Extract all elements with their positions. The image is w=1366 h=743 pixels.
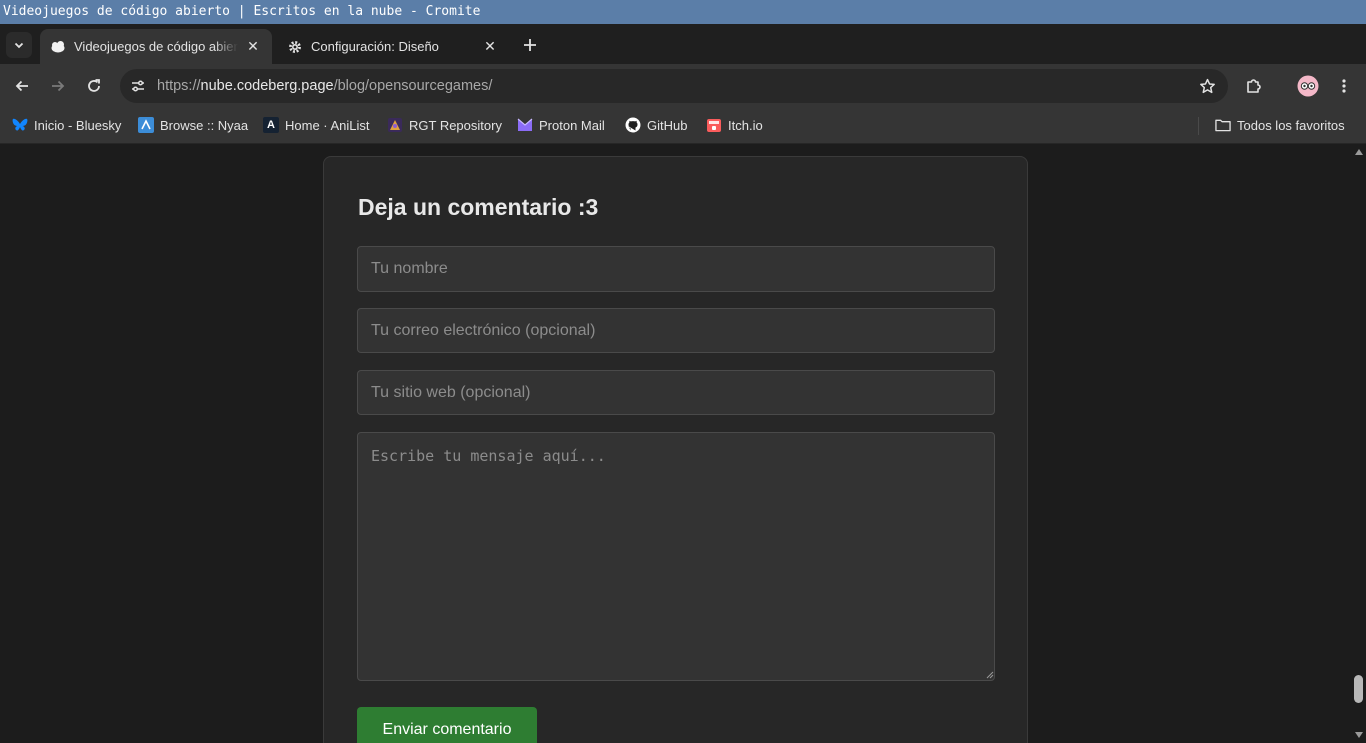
scroll-up-arrow-icon[interactable] [1355,149,1363,155]
bookmark-label: GitHub [647,117,688,133]
tab-search-button[interactable] [6,32,32,58]
arrow-right-icon [52,80,65,92]
rgt-icon [387,117,403,133]
bookmark-nyaa[interactable]: Browse :: Nyaa [138,108,248,142]
forward-button[interactable] [45,73,71,99]
website-input[interactable] [357,370,995,415]
bookmark-label: Home · AniList [285,117,370,133]
url-path: /blog/opensourcegames/ [333,78,493,94]
bookmark-bluesky[interactable]: Inicio - Bluesky [12,108,121,142]
menu-button[interactable] [1331,73,1357,99]
bookmark-itch[interactable]: Itch.io [706,108,763,142]
reload-icon [88,79,100,92]
github-icon [625,117,641,133]
address-bar[interactable]: https://nube.codeberg.page/blog/opensour… [120,69,1228,103]
resize-grip-icon[interactable] [984,669,994,679]
bookmark-rgt[interactable]: RGT Repository [387,108,502,142]
email-input[interactable] [357,308,995,353]
bookmark-anilist[interactable]: A Home · AniList [263,108,370,142]
toolbar: https://nube.codeberg.page/blog/opensour… [0,64,1366,108]
bookmark-label: Browse :: Nyaa [160,117,249,133]
close-tab-icon[interactable]: ✕ [244,38,262,56]
anilist-icon: A [263,117,279,133]
bookmark-github[interactable]: GitHub [625,108,687,142]
bookmarks-bar: Inicio - Bluesky Browse :: Nyaa A Home ·… [0,108,1366,144]
avatar-icon [1297,75,1319,97]
site-favicon-icon [50,39,66,55]
bookmark-label: Proton Mail [539,117,605,133]
more-vertical-icon [1342,79,1346,93]
bookmarks-divider [1198,117,1199,135]
plus-icon [524,39,536,51]
scroll-down-arrow-icon[interactable] [1355,732,1363,738]
chevron-down-icon [14,42,24,49]
page-scrollbar[interactable] [1351,145,1366,743]
name-input[interactable] [357,246,995,292]
page-viewport: Deja un comentario :3 Enviar comentario [0,145,1366,743]
url-scheme: https:// [157,78,201,94]
extensions-button[interactable] [1241,73,1267,99]
itch-icon [706,117,722,133]
window-title: Videojuegos de código abierto | Escritos… [0,0,1366,24]
bookmark-proton-mail[interactable]: Proton Mail [517,108,605,142]
arrow-left-icon [15,80,28,92]
tab-title: Configuración: Diseño [311,39,439,54]
all-bookmarks-button[interactable]: Todos los favoritos [1215,108,1345,142]
comment-form-card: Deja un comentario :3 Enviar comentario [323,156,1028,743]
bookmark-label: RGT Repository [409,117,502,133]
url-text[interactable]: https://nube.codeberg.page/blog/opensour… [157,69,492,103]
reload-button[interactable] [81,73,107,99]
proton-icon [517,117,533,133]
tab-active[interactable]: Videojuegos de código abierto | Escritos… [40,29,272,64]
tab-title: Videojuegos de código abierto | Escritos… [74,39,238,54]
scrollbar-thumb[interactable] [1354,675,1363,703]
back-button[interactable] [9,73,35,99]
submit-comment-button[interactable]: Enviar comentario [357,707,537,743]
tab-settings[interactable]: Configuración: Diseño ✕ [277,29,509,64]
new-tab-button[interactable] [518,33,542,57]
bluesky-icon [12,117,28,133]
tab-strip: Videojuegos de código abierto | Escritos… [0,24,1366,64]
gear-icon [287,39,303,55]
nyaa-icon [138,117,154,133]
comment-form-heading: Deja un comentario :3 [358,194,599,220]
url-host: nube.codeberg.page [200,78,334,94]
site-settings-icon[interactable] [128,76,148,96]
bookmark-label: Inicio - Bluesky [34,117,122,133]
profile-avatar[interactable] [1295,73,1321,99]
puzzle-icon [1247,79,1261,93]
folder-icon [1215,117,1231,133]
close-tab-icon[interactable]: ✕ [481,38,499,56]
bookmark-star-icon[interactable] [1198,77,1216,95]
message-textarea[interactable] [357,432,995,681]
bookmark-label: Itch.io [728,117,763,133]
all-bookmarks-label: Todos los favoritos [1237,117,1345,133]
